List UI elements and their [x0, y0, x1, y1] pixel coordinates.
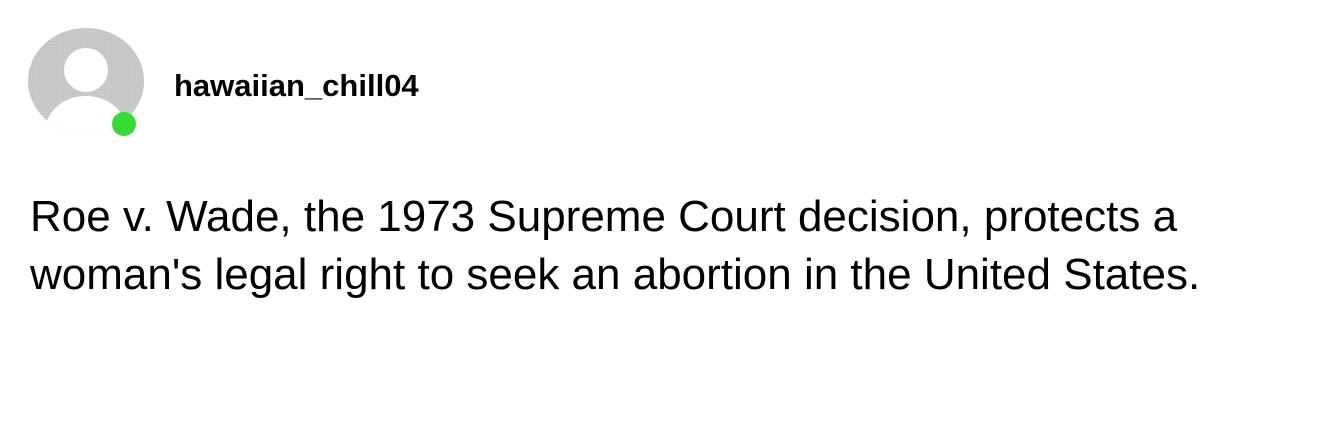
- username[interactable]: hawaiian_chill04: [174, 66, 419, 106]
- post-card: hawaiian_chill04 Roe v. Wade, the 1973 S…: [0, 0, 1344, 442]
- post-body-text: Roe v. Wade, the 1973 Supreme Court deci…: [30, 192, 1201, 299]
- avatar[interactable]: [28, 28, 144, 138]
- online-status-dot: [112, 112, 136, 136]
